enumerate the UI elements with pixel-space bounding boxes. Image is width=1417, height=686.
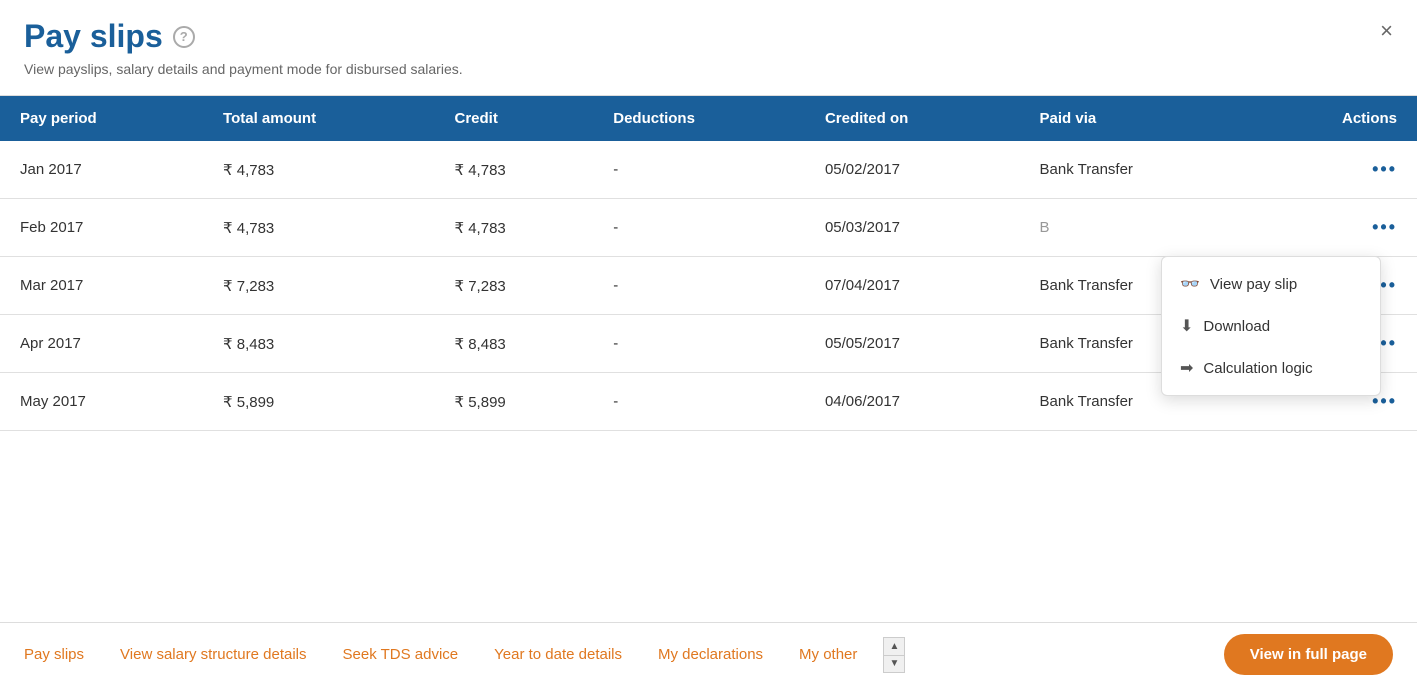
nav-seek-tds-advice[interactable]: Seek TDS advice — [325, 646, 477, 663]
actions-dropdown: 👓 View pay slip ⬇ Download ➡ Calculation… — [1161, 256, 1381, 396]
table-header-row: Pay period Total amount Credit Deduction… — [0, 96, 1417, 141]
cell-1: ₹ 4,783 — [203, 199, 434, 257]
nav-year-to-date[interactable]: Year to date details — [476, 646, 640, 663]
dropdown-view-payslip[interactable]: 👓 View pay slip — [1162, 263, 1380, 305]
col-total-amount: Total amount — [203, 96, 434, 141]
col-pay-period: Pay period — [0, 96, 203, 141]
cell-0: Feb 2017 — [0, 199, 203, 257]
actions-dots-button[interactable]: ••• — [1372, 217, 1397, 238]
scroll-down-arrow[interactable]: ▼ — [883, 655, 905, 673]
cell-0: Jan 2017 — [0, 141, 203, 199]
dropdown-download-label: Download — [1203, 318, 1270, 335]
subtitle: View payslips, salary details and paymen… — [24, 61, 1393, 77]
scroll-up-arrow[interactable]: ▲ — [883, 637, 905, 655]
view-payslip-icon: 👓 — [1180, 274, 1200, 294]
cell-5: B — [1020, 199, 1252, 257]
close-icon[interactable]: × — [1380, 18, 1393, 44]
cell-5: Bank Transfer — [1020, 141, 1252, 199]
actions-dots-button[interactable]: ••• — [1372, 159, 1397, 180]
dropdown-view-payslip-label: View pay slip — [1210, 276, 1297, 293]
nav-my-declarations[interactable]: My declarations — [640, 646, 781, 663]
table-row: Jan 2017₹ 4,783₹ 4,783-05/02/2017Bank Tr… — [0, 141, 1417, 199]
nav-pay-slips[interactable]: Pay slips — [24, 646, 102, 663]
col-credit: Credit — [435, 96, 594, 141]
col-deductions: Deductions — [593, 96, 805, 141]
cell-1: ₹ 4,783 — [203, 141, 434, 199]
dropdown-download[interactable]: ⬇ Download — [1162, 305, 1380, 347]
col-credited-on: Credited on — [805, 96, 1020, 141]
main-container: Pay slips ? View payslips, salary detail… — [0, 0, 1417, 686]
cell-2: ₹ 4,783 — [435, 199, 594, 257]
cell-1: ₹ 7,283 — [203, 257, 434, 315]
title-row: Pay slips ? — [24, 18, 1393, 55]
calculation-logic-icon: ➡ — [1180, 358, 1193, 378]
cell-1: ₹ 5,899 — [203, 373, 434, 431]
dropdown-calculation-logic[interactable]: ➡ Calculation logic — [1162, 347, 1380, 389]
download-icon: ⬇ — [1180, 316, 1193, 336]
scroll-controls: ▲ ▼ — [883, 637, 905, 673]
cell-3: - — [593, 257, 805, 315]
cell-3: - — [593, 315, 805, 373]
cell-0: May 2017 — [0, 373, 203, 431]
bottom-nav: Pay slips View salary structure details … — [0, 622, 1417, 686]
col-paid-via: Paid via — [1020, 96, 1252, 141]
table-row: Feb 2017₹ 4,783₹ 4,783-05/03/2017B••• — [0, 199, 1417, 257]
cell-4: 05/05/2017 — [805, 315, 1020, 373]
cell-3: - — [593, 199, 805, 257]
cell-1: ₹ 8,483 — [203, 315, 434, 373]
col-actions: Actions — [1252, 96, 1417, 141]
cell-actions: ••• — [1252, 199, 1417, 257]
cell-2: ₹ 4,783 — [435, 141, 594, 199]
help-icon[interactable]: ? — [173, 26, 195, 48]
cell-3: - — [593, 141, 805, 199]
nav-my-other[interactable]: My other — [781, 646, 875, 663]
dropdown-calculation-logic-label: Calculation logic — [1203, 360, 1312, 377]
cell-4: 04/06/2017 — [805, 373, 1020, 431]
cell-4: 05/02/2017 — [805, 141, 1020, 199]
cell-2: ₹ 8,483 — [435, 315, 594, 373]
cell-2: ₹ 7,283 — [435, 257, 594, 315]
cell-0: Apr 2017 — [0, 315, 203, 373]
view-full-page-button[interactable]: View in full page — [1224, 634, 1393, 675]
cell-2: ₹ 5,899 — [435, 373, 594, 431]
cell-4: 05/03/2017 — [805, 199, 1020, 257]
header: Pay slips ? View payslips, salary detail… — [0, 0, 1417, 87]
page-title: Pay slips — [24, 18, 163, 55]
cell-actions: ••• — [1252, 141, 1417, 199]
nav-view-salary-structure[interactable]: View salary structure details — [102, 646, 324, 663]
cell-3: - — [593, 373, 805, 431]
cell-4: 07/04/2017 — [805, 257, 1020, 315]
cell-0: Mar 2017 — [0, 257, 203, 315]
